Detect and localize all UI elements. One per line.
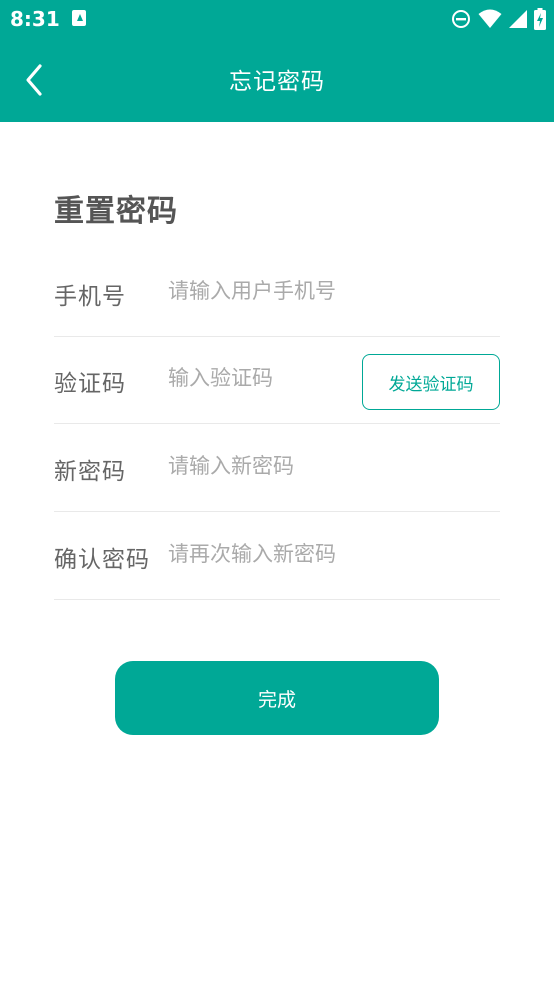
do-not-disturb-icon — [452, 10, 470, 28]
phone-row: 手机号 — [54, 249, 500, 337]
status-icons — [451, 8, 546, 30]
battery-charging-icon — [534, 8, 546, 30]
page-title: 忘记密码 — [229, 69, 325, 95]
wifi-icon — [478, 9, 502, 28]
confirm-password-input[interactable] — [168, 534, 478, 574]
form-heading: 重置密码 — [54, 194, 178, 229]
phone-input[interactable] — [168, 271, 478, 311]
notification-a-icon — [72, 10, 86, 26]
signal-icon — [509, 10, 527, 28]
done-button[interactable]: 完成 — [115, 661, 439, 735]
status-bar: 8:31 — [0, 0, 554, 38]
verification-code-input[interactable] — [168, 358, 348, 398]
confirm-password-label: 确认密码 — [54, 547, 150, 573]
new-password-row: 新密码 — [54, 424, 500, 512]
confirm-password-row: 确认密码 — [54, 512, 500, 600]
new-password-input[interactable] — [168, 446, 478, 486]
send-code-button[interactable]: 发送验证码 — [362, 354, 500, 410]
phone-label: 手机号 — [54, 284, 126, 310]
verification-code-row: 验证码 发送验证码 — [54, 336, 500, 424]
verification-code-label: 验证码 — [54, 371, 126, 397]
status-time: 8:31 — [10, 7, 60, 31]
new-password-label: 新密码 — [54, 459, 126, 485]
app-header: 8:31 忘记密码 — [0, 0, 554, 122]
